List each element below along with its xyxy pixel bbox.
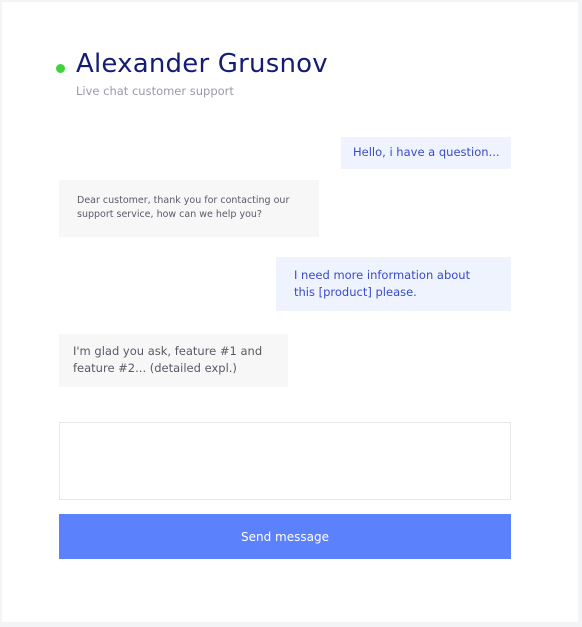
online-status-indicator xyxy=(56,64,65,73)
message-support: Dear customer, thank you for contacting … xyxy=(59,180,319,237)
agent-subtitle: Live chat customer support xyxy=(76,84,234,98)
send-message-button[interactable]: Send message xyxy=(59,514,511,559)
message-support: I'm glad you ask, feature #1 and feature… xyxy=(59,334,288,387)
agent-name: Alexander Grusnov xyxy=(76,49,328,79)
message-user: Hello, i have a question... xyxy=(341,137,511,169)
chat-window: Alexander Grusnov Live chat customer sup… xyxy=(2,2,578,622)
message-user: I need more information about this [prod… xyxy=(276,257,511,311)
message-input[interactable] xyxy=(59,422,511,500)
